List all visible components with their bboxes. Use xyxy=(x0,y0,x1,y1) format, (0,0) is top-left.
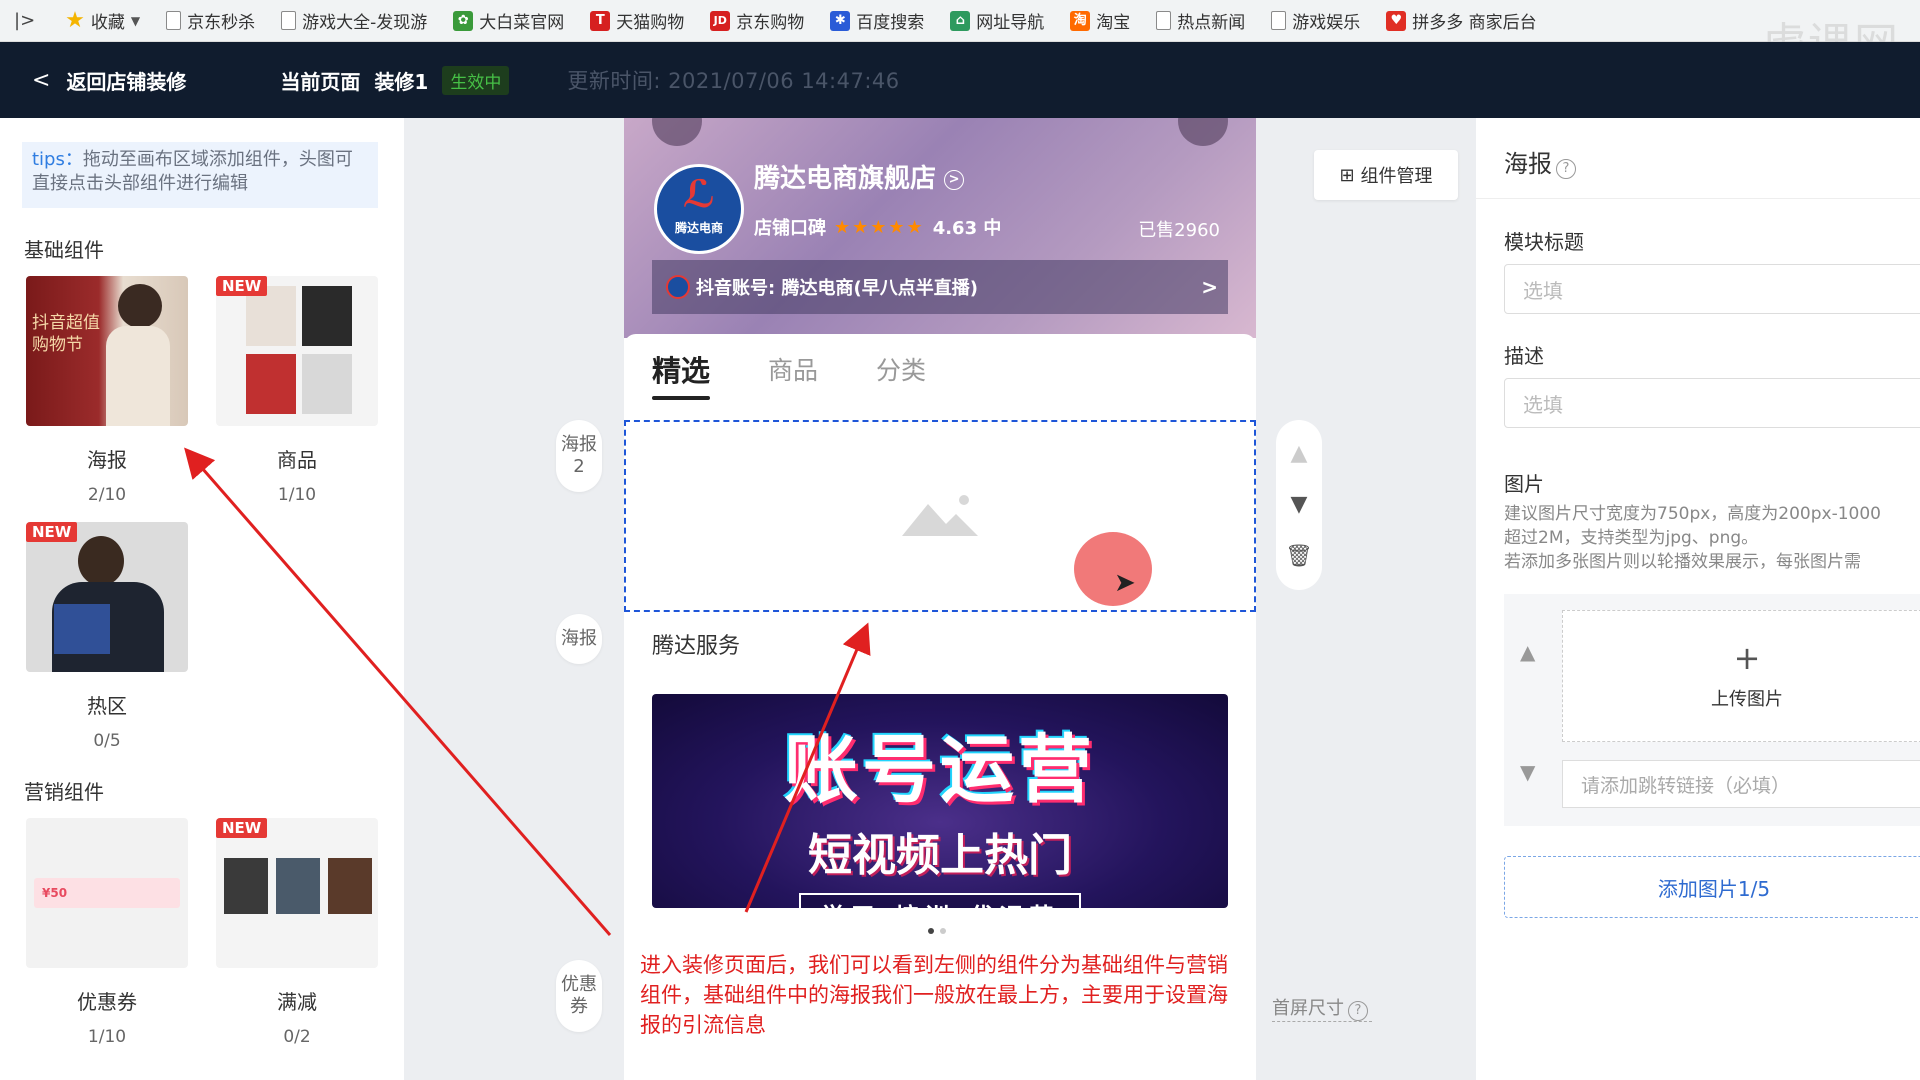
tab-products[interactable]: 商品 xyxy=(768,351,818,387)
cursor-highlight xyxy=(1074,532,1152,606)
help-icon: ? xyxy=(1556,159,1576,179)
component-poster[interactable]: 抖音超值购物节 海报 2/10 xyxy=(26,276,188,505)
douyin-account-row[interactable]: 抖音账号: 腾达电商(早八点半直播) > xyxy=(652,260,1228,314)
panel-title: 海报? xyxy=(1504,144,1576,179)
first-screen-size[interactable]: 首屏尺寸? xyxy=(1272,994,1372,1022)
service-section-title: 腾达服务 xyxy=(652,634,741,659)
taobao-icon: 淘 xyxy=(1070,10,1091,31)
caret-down-icon: ▼ xyxy=(130,13,141,28)
page-icon xyxy=(281,11,297,30)
settings-panel: 海报? 模块标题 选填 描述 选填 图片 建议图片尺寸宽度为750px，高度为2… xyxy=(1476,118,1920,1080)
jump-link-input[interactable]: 请添加跳转链接（必填） xyxy=(1562,760,1920,808)
star-icon: ★ xyxy=(65,7,85,33)
side-tag-poster-2[interactable]: 海报2 xyxy=(556,420,602,492)
discount-thumbnail: NEW xyxy=(216,818,378,968)
hotzone-thumbnail: NEW xyxy=(26,522,188,672)
module-title-input[interactable]: 选填 xyxy=(1504,264,1920,314)
move-down-icon[interactable]: ▼ xyxy=(1291,492,1308,517)
image-placeholder-icon xyxy=(902,495,978,536)
account-avatar xyxy=(666,275,690,299)
add-image-button[interactable]: 添加图片1/5 xyxy=(1504,856,1920,918)
chevron-right-icon: > xyxy=(1201,275,1218,299)
bookmark-item[interactable]: 京东秒杀 xyxy=(166,8,255,33)
baidu-icon: ✱ xyxy=(830,10,851,31)
poster-drop-zone[interactable]: ➤ xyxy=(624,420,1256,612)
shop-tabs: 精选 商品 分类 xyxy=(624,334,1256,404)
tab-featured[interactable]: 精选 xyxy=(652,348,711,400)
sidebar-toggle-icon[interactable]: |> xyxy=(14,10,35,31)
carousel-dots xyxy=(928,928,946,934)
bookmark-item[interactable]: JD 京东购物 xyxy=(710,8,804,33)
coupon-thumbnail: ¥50 xyxy=(26,818,188,968)
tab-categories[interactable]: 分类 xyxy=(876,351,926,387)
shop-header[interactable]: ℒ 腾达电商 腾达电商旗舰店 > 店铺口碑 ★★★★★ 4.63 中 已售2960… xyxy=(624,118,1256,338)
component-product[interactable]: NEW 商品 1/10 xyxy=(216,276,378,505)
description-input[interactable]: 选填 xyxy=(1504,378,1920,428)
page-name: 装修1 xyxy=(374,69,429,94)
shop-logo: ℒ 腾达电商 xyxy=(654,164,744,254)
tips-box: tips：拖动至画布区域添加组件，头图可直接点击头部组件进行编辑 xyxy=(22,142,378,208)
component-hotzone[interactable]: NEW 热区 0/5 xyxy=(26,522,188,751)
component-panel: tips：拖动至画布区域添加组件，头图可直接点击头部组件进行编辑 基础组件 抖音… xyxy=(0,118,404,1080)
bookmark-item[interactable]: ✱ 百度搜索 xyxy=(830,8,924,33)
tmall-icon: T xyxy=(590,10,611,31)
info-icon: > xyxy=(944,169,965,190)
menu-circle-icon[interactable] xyxy=(1178,118,1228,146)
bookmarks-bar: |> ★ 收藏 ▼ 京东秒杀 游戏大全-发现游 ✿ 大白菜官网 T 天猫购物 JD 京东购… xyxy=(0,0,1920,42)
shop-name: 腾达电商旗舰店 > xyxy=(754,158,965,195)
editor-header: < 返回店铺装修 当前页面 装修1 生效中 更新时间: 2021/07/06 1… xyxy=(0,42,1920,118)
help-icon: ? xyxy=(1348,1001,1368,1021)
move-up-icon[interactable]: ▲ xyxy=(1520,640,1535,664)
plus-icon: + xyxy=(1733,639,1761,677)
bookmark-item[interactable]: 淘淘宝 xyxy=(1070,8,1130,33)
rating-stars: ★★★★★ xyxy=(834,216,925,238)
poster-thumbnail: 抖音超值购物节 xyxy=(26,276,188,426)
image-hint: 建议图片尺寸宽度为750px，高度为200px-1000 超过2M，支持类型为j… xyxy=(1504,504,1881,572)
tutorial-caption: 进入装修页面后，我们可以看到左侧的组件分为基础组件与营销组件，基础组件中的海报我… xyxy=(640,953,1228,1037)
divider xyxy=(1476,198,1920,199)
preview-canvas: ℒ 腾达电商 腾达电商旗舰店 > 店铺口碑 ★★★★★ 4.63 中 已售2960… xyxy=(624,118,1256,1080)
back-to-decoration-button[interactable]: < 返回店铺装修 xyxy=(32,66,186,95)
nav-icon: ⌂ xyxy=(950,10,971,31)
page-icon xyxy=(1156,11,1172,30)
image-item: ▲ ▼ + 上传图片 请添加跳转链接（必填） xyxy=(1504,594,1920,826)
bookmark-favorites[interactable]: ★ 收藏 ▼ xyxy=(65,8,140,33)
bookmark-item[interactable]: ⌂ 网址导航 xyxy=(950,8,1044,33)
move-down-icon[interactable]: ▼ xyxy=(1520,760,1535,784)
bookmark-item[interactable]: ✿ 大白菜官网 xyxy=(453,8,564,33)
side-tag-coupon[interactable]: 优惠券 xyxy=(556,960,602,1032)
chevron-left-icon: < xyxy=(32,67,51,93)
component-discount[interactable]: NEW 满减 0/2 xyxy=(216,818,378,1047)
sold-count: 已售2960 xyxy=(1138,220,1220,241)
component-toolbar: ▲ ▼ 🗑 xyxy=(1276,420,1322,590)
mouse-cursor-icon: ➤ xyxy=(1114,568,1136,598)
upload-image-button[interactable]: + 上传图片 xyxy=(1562,610,1920,742)
pdd-icon: ♥ xyxy=(1386,10,1407,31)
back-circle-icon[interactable] xyxy=(652,118,702,146)
jd-icon: JD xyxy=(710,10,731,31)
bookmark-item[interactable]: T 天猫购物 xyxy=(590,8,684,33)
service-banner[interactable]: 账号运营 短视频上热门 学习 培训 代运营 xyxy=(652,694,1228,908)
product-thumbnail: NEW xyxy=(216,276,378,426)
side-tag-poster[interactable]: 海报 xyxy=(556,614,602,664)
component-coupon[interactable]: ¥50 优惠券 1/10 xyxy=(26,818,188,1047)
shop-rating: 店铺口碑 ★★★★★ 4.63 中 xyxy=(754,216,1002,240)
status-badge: 生效中 xyxy=(442,65,510,95)
bookmark-item[interactable]: 游戏娱乐 xyxy=(1271,8,1360,33)
move-up-icon[interactable]: ▲ xyxy=(1291,441,1308,466)
basic-components-title: 基础组件 xyxy=(24,238,104,262)
cabbage-icon: ✿ xyxy=(453,10,474,31)
delete-icon[interactable]: 🗑 xyxy=(1285,544,1313,569)
current-page-info: 当前页面 装修1 生效中 xyxy=(280,65,510,95)
page-icon xyxy=(1271,11,1287,30)
page-icon xyxy=(166,11,182,30)
marketing-components-title: 营销组件 xyxy=(24,780,104,804)
bookmark-item[interactable]: 游戏大全-发现游 xyxy=(281,8,427,33)
bookmark-item[interactable]: ♥ 拼多多 商家后台 xyxy=(1386,8,1537,33)
grid-icon: ⊞ xyxy=(1339,164,1355,186)
bookmark-item[interactable]: 热点新闻 xyxy=(1156,8,1245,33)
updated-time: 更新时间: 2021/07/06 14:47:46 xyxy=(567,69,900,93)
component-manage-button[interactable]: ⊞ 组件管理 xyxy=(1314,150,1458,200)
